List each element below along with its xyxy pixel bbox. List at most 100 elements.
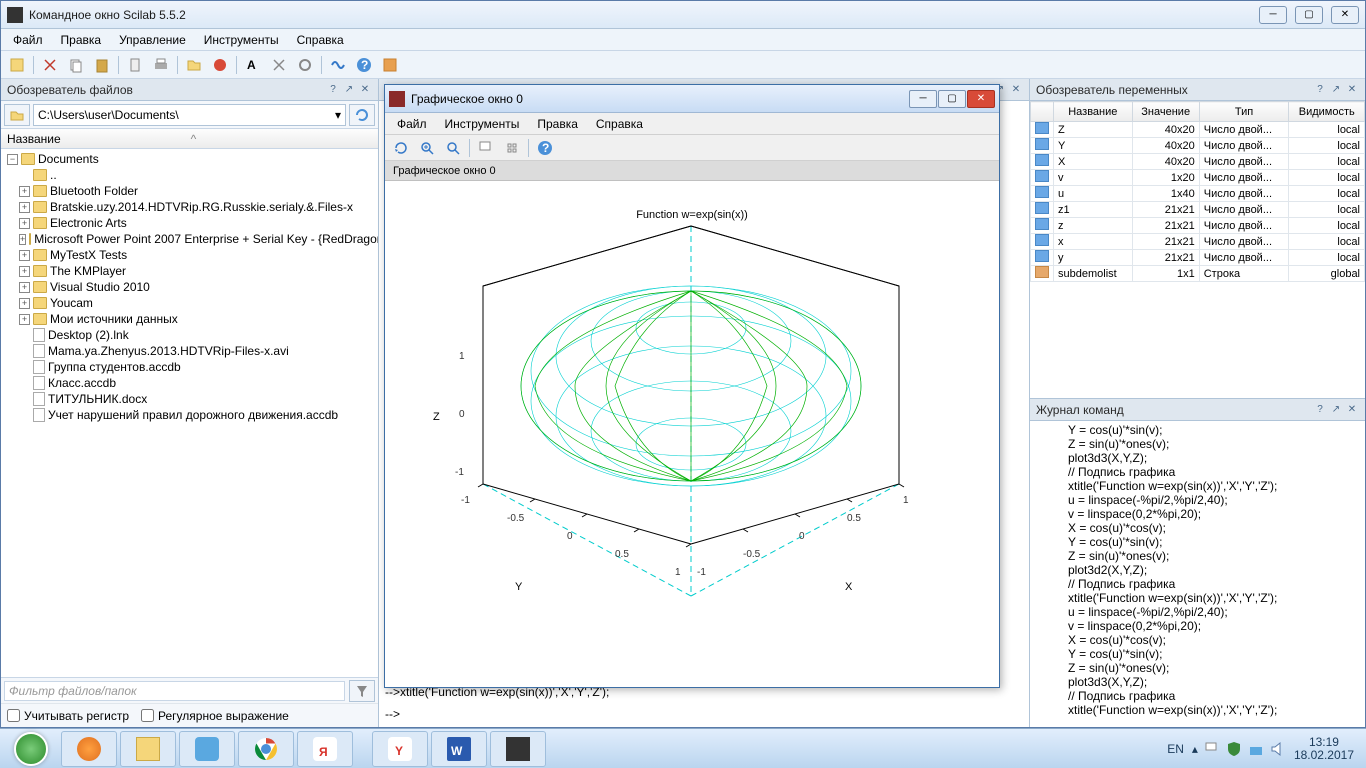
- gfx-menu-help[interactable]: Справка: [588, 115, 651, 133]
- close-button[interactable]: ✕: [1331, 6, 1359, 24]
- tree-item[interactable]: +Visual Studio 2010: [5, 279, 374, 295]
- network-icon[interactable]: [1248, 741, 1264, 757]
- history-line[interactable]: u = linspace(-%pi/2,%pi/2,40);: [1068, 493, 1363, 507]
- menu-tools[interactable]: Инструменты: [196, 31, 287, 49]
- expand-icon[interactable]: +: [19, 234, 26, 245]
- history-line[interactable]: Z = sin(u)'*ones(v);: [1068, 661, 1363, 675]
- gfx-minimize-button[interactable]: ─: [909, 90, 937, 108]
- file-col-header[interactable]: Название^: [1, 129, 378, 149]
- gfx-titlebar[interactable]: Графическое окно 0 ─ ▢ ✕: [385, 85, 999, 113]
- prefs-button[interactable]: [293, 54, 317, 76]
- tree-up[interactable]: ..: [5, 167, 374, 183]
- panel-close-icon[interactable]: ✕: [358, 83, 372, 97]
- history-line[interactable]: Y = cos(u)'*sin(v);: [1068, 647, 1363, 661]
- zoom-in-icon[interactable]: [415, 137, 439, 159]
- expand-icon[interactable]: +: [19, 218, 30, 229]
- copy-button[interactable]: [64, 54, 88, 76]
- tree-item[interactable]: Класс.accdb: [5, 375, 374, 391]
- tree-item[interactable]: Desktop (2).lnk: [5, 327, 374, 343]
- filter-input[interactable]: Фильтр файлов/папок: [4, 681, 345, 701]
- panel-undock-icon[interactable]: ↗: [342, 83, 356, 97]
- config-button[interactable]: [267, 54, 291, 76]
- history-line[interactable]: v = linspace(0,2*%pi,20);: [1068, 619, 1363, 633]
- tree-item[interactable]: +Electronic Arts: [5, 215, 374, 231]
- history-line[interactable]: xtitle('Function w=exp(sin(x))','X','Y',…: [1068, 703, 1363, 717]
- history-line[interactable]: Z = sin(u)'*ones(v);: [1068, 549, 1363, 563]
- clock[interactable]: 13:19 18.02.2017: [1294, 736, 1354, 762]
- command-history-body[interactable]: Y = cos(u)'*sin(v);Z = sin(u)'*ones(v);p…: [1030, 421, 1365, 727]
- maximize-button[interactable]: ▢: [1295, 6, 1323, 24]
- history-line[interactable]: v = linspace(0,2*%pi,20);: [1068, 507, 1363, 521]
- history-line[interactable]: // Подпись графика: [1068, 465, 1363, 479]
- tree-item[interactable]: +MyTestX Tests: [5, 247, 374, 263]
- tree-item[interactable]: Учет нарушений правил дорожного движения…: [5, 407, 374, 423]
- panel-help-icon[interactable]: ?: [1313, 83, 1327, 97]
- tree-item[interactable]: +Microsoft Power Point 2007 Enterprise +…: [5, 231, 374, 247]
- expand-icon[interactable]: +: [19, 202, 30, 213]
- expand-icon[interactable]: +: [19, 266, 30, 277]
- tray-up-icon[interactable]: ▴: [1192, 742, 1198, 756]
- task-volume[interactable]: [179, 731, 235, 767]
- tree-item[interactable]: ТИТУЛЬНИК.docx: [5, 391, 374, 407]
- table-row[interactable]: y21x21Число двой...local: [1031, 250, 1365, 266]
- panel-undock-icon[interactable]: ↗: [1329, 83, 1343, 97]
- clipboard-icon[interactable]: [123, 54, 147, 76]
- expand-icon[interactable]: +: [19, 250, 30, 261]
- task-yandex[interactable]: Я: [297, 731, 353, 767]
- task-word[interactable]: W: [431, 731, 487, 767]
- run-button[interactable]: [5, 54, 29, 76]
- gfx-canvas[interactable]: Function w=exp(sin(x)): [385, 181, 999, 687]
- task-wmplayer[interactable]: [61, 731, 117, 767]
- stop-button[interactable]: [208, 54, 232, 76]
- flag-icon[interactable]: [1204, 741, 1220, 757]
- start-button[interactable]: [4, 731, 58, 767]
- tree-item[interactable]: +The KMPlayer: [5, 263, 374, 279]
- case-checkbox[interactable]: Учитывать регистр: [7, 709, 129, 723]
- table-row[interactable]: Y40x20Число двой...local: [1031, 138, 1365, 154]
- history-line[interactable]: Y = cos(u)'*sin(v);: [1068, 423, 1363, 437]
- refresh-button[interactable]: [349, 104, 375, 126]
- filter-button[interactable]: [349, 680, 375, 702]
- expand-icon[interactable]: +: [19, 298, 30, 309]
- menu-file[interactable]: Файл: [5, 31, 51, 49]
- history-line[interactable]: xtitle('Function w=exp(sin(x))','X','Y',…: [1068, 479, 1363, 493]
- tree-item[interactable]: +Bluetooth Folder: [5, 183, 374, 199]
- history-line[interactable]: u = linspace(-%pi/2,%pi/2,40);: [1068, 605, 1363, 619]
- panel-close-icon[interactable]: ✕: [1345, 403, 1359, 417]
- tree-item[interactable]: +Мои источники данных: [5, 311, 374, 327]
- up-dir-button[interactable]: [4, 104, 30, 126]
- print-button[interactable]: [149, 54, 173, 76]
- table-row[interactable]: Z40x20Число двой...local: [1031, 122, 1365, 138]
- gfx-help-icon[interactable]: ?: [533, 137, 557, 159]
- demos-button[interactable]: [378, 54, 402, 76]
- tree-root[interactable]: − Documents: [5, 151, 374, 167]
- history-line[interactable]: plot3d3(X,Y,Z);: [1068, 451, 1363, 465]
- path-input[interactable]: C:\Users\user\Documents\▾: [33, 104, 346, 126]
- collapse-icon[interactable]: −: [7, 154, 18, 165]
- history-line[interactable]: Z = sin(u)'*ones(v);: [1068, 437, 1363, 451]
- file-tree[interactable]: − Documents .. +Bluetooth Folder+Bratski…: [1, 149, 378, 677]
- expand-icon[interactable]: +: [19, 314, 30, 325]
- task-explorer[interactable]: [120, 731, 176, 767]
- table-row[interactable]: x21x21Число двой...local: [1031, 234, 1365, 250]
- minimize-button[interactable]: ─: [1259, 6, 1287, 24]
- history-line[interactable]: Y = cos(u)'*sin(v);: [1068, 535, 1363, 549]
- gfx-close-button[interactable]: ✕: [967, 90, 995, 108]
- font-button[interactable]: A: [241, 54, 265, 76]
- zoom-reset-icon[interactable]: [441, 137, 465, 159]
- menu-edit[interactable]: Правка: [53, 31, 110, 49]
- cut-button[interactable]: [38, 54, 62, 76]
- regex-checkbox[interactable]: Регулярное выражение: [141, 709, 289, 723]
- task-chrome[interactable]: [238, 731, 294, 767]
- panel-help-icon[interactable]: ?: [1313, 403, 1327, 417]
- panel-undock-icon[interactable]: ↗: [1329, 403, 1343, 417]
- history-line[interactable]: X = cos(u)'*cos(v);: [1068, 521, 1363, 535]
- history-line[interactable]: plot3d2(X,Y,Z);: [1068, 563, 1363, 577]
- history-line[interactable]: plot3d3(X,Y,Z);: [1068, 675, 1363, 689]
- gfx-menu-edit[interactable]: Правка: [529, 115, 586, 133]
- table-row[interactable]: z121x21Число двой...local: [1031, 202, 1365, 218]
- tree-item[interactable]: Mama.ya.Zhenyus.2013.HDTVRip-Files-x.avi: [5, 343, 374, 359]
- expand-icon[interactable]: +: [19, 282, 30, 293]
- gfx-maximize-button[interactable]: ▢: [938, 90, 966, 108]
- panel-help-icon[interactable]: ?: [326, 83, 340, 97]
